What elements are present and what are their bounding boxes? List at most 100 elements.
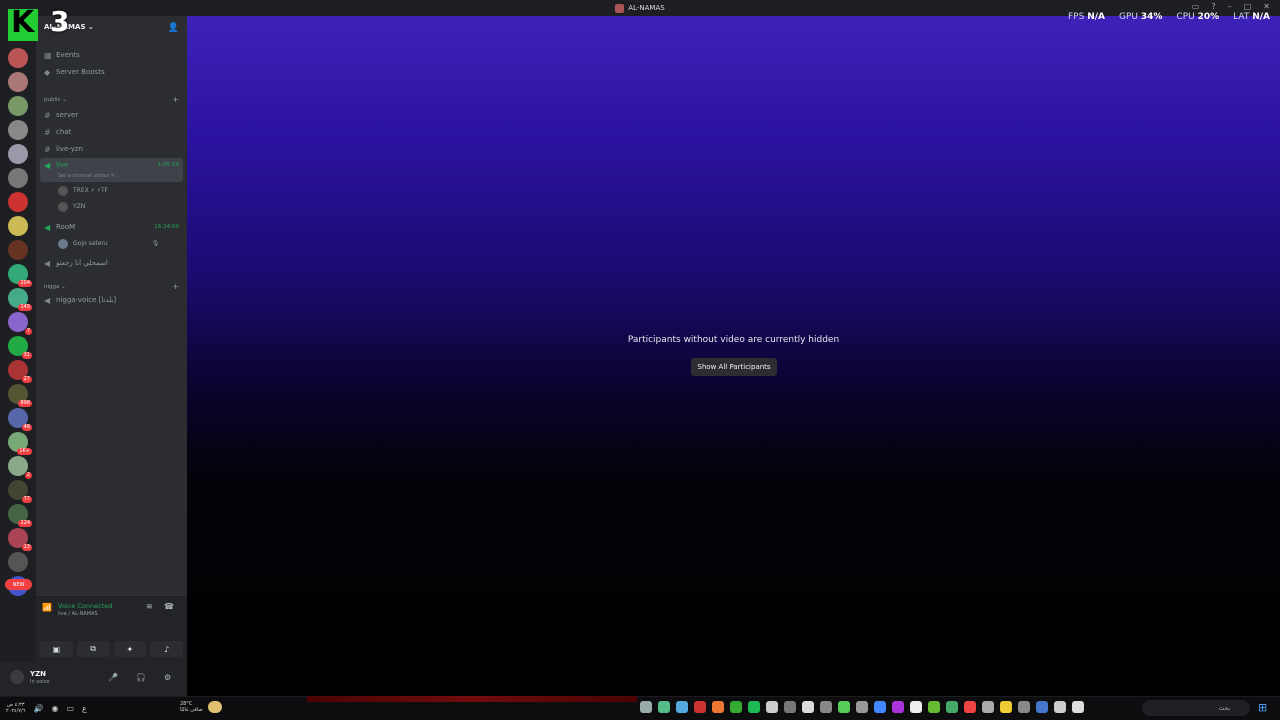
inbox-icon[interactable]: ▭ [1192, 2, 1200, 11]
disconnect-icon[interactable]: ☎ [164, 602, 174, 611]
taskbar-app-icon[interactable] [892, 701, 904, 713]
category-nigga[interactable]: nigga ⌄ [44, 284, 66, 290]
taskbar-app-icon[interactable] [1072, 701, 1084, 713]
settings-icon[interactable]: ⚙ [164, 673, 171, 682]
clock[interactable]: ٤:٣٣ ص ٢٠٢٤/٧/٦ [6, 702, 25, 714]
hash-icon: # [44, 110, 51, 120]
activities-button[interactable]: ✦ [113, 641, 147, 657]
server-icon[interactable] [8, 144, 28, 164]
taskbar-app-icon[interactable] [1036, 701, 1048, 713]
taskbar-app-icon[interactable] [910, 701, 922, 713]
server-icon[interactable] [8, 96, 28, 116]
taskbar-app-icon[interactable] [964, 701, 976, 713]
taskbar-app-icon[interactable] [946, 701, 958, 713]
invite-people-icon[interactable]: 👤 [168, 23, 179, 33]
taskbar-app-icon[interactable] [838, 701, 850, 713]
taskbar-app-icon[interactable] [1054, 701, 1066, 713]
add-channel-icon[interactable]: + [172, 282, 179, 291]
battery-icon[interactable]: ▭ [66, 704, 74, 713]
taskbar-app-icon[interactable] [712, 701, 724, 713]
app-icon [615, 3, 625, 13]
taskbar-app-icon[interactable] [658, 701, 670, 713]
taskbar-app-icon[interactable] [676, 701, 688, 713]
screen-share-button[interactable]: ⧉ [76, 641, 110, 657]
camera-button[interactable]: ▣ [40, 641, 73, 657]
show-all-participants-button[interactable]: Show All Participants [691, 358, 777, 376]
taskbar-app-icon[interactable] [928, 701, 940, 713]
start-icon[interactable]: ⊞ [1258, 701, 1267, 714]
taskbar-app-icon[interactable] [982, 701, 994, 713]
voice-status-sub[interactable]: live / AL-NAMAS [58, 611, 98, 617]
channel-live-yzn[interactable]: # live-yzn [40, 141, 183, 157]
minimize-icon[interactable]: – [1228, 2, 1232, 11]
taskbar-app-icon[interactable] [694, 701, 706, 713]
weather-widget[interactable]: 28°C صافي غالبًا [180, 701, 203, 713]
channel-chat[interactable]: # chat [40, 124, 183, 140]
window-title: AL-NAMAS [628, 4, 665, 12]
taskbar-app-icon[interactable] [802, 701, 814, 713]
server-icon[interactable]: 13 [8, 528, 32, 551]
taskbar-app-icon[interactable] [730, 701, 742, 713]
language-icon[interactable]: ع [82, 704, 87, 713]
voice-channel-room[interactable]: ◀ RooM 16:24:09 [40, 219, 183, 235]
server-icon[interactable]: 31 [8, 336, 32, 359]
server-icon[interactable] [8, 552, 28, 572]
wifi-icon[interactable]: ◉ [51, 704, 58, 713]
server-icon[interactable]: 77 [8, 480, 32, 503]
server-icon[interactable]: 2 [8, 456, 32, 479]
mention-badge: 1K+ [17, 448, 32, 455]
volume-icon[interactable]: 🔊 [33, 704, 43, 713]
server-icon[interactable]: 27 [8, 360, 32, 383]
taskbar-app-icon[interactable] [874, 701, 886, 713]
server-icon[interactable]: 145 [8, 288, 32, 311]
taskbar-app-icon[interactable] [640, 701, 652, 713]
server-icon[interactable]: 1K+ [8, 432, 32, 455]
server-icon[interactable] [8, 168, 28, 188]
mention-badge: 7 [24, 328, 32, 335]
server-icon[interactable]: 124 [8, 504, 32, 527]
search-input[interactable]: بحث [1142, 700, 1250, 716]
add-channel-icon[interactable]: + [172, 95, 179, 104]
server-icon[interactable]: 48 [8, 408, 32, 431]
taskbar-app-icon[interactable] [856, 701, 868, 713]
server-icon[interactable] [8, 72, 28, 92]
taskbar-app-icon[interactable] [1018, 701, 1030, 713]
taskbar-app-icon[interactable] [1000, 701, 1012, 713]
voice-user[interactable]: Gojo sateru 🎙 [58, 237, 159, 250]
voice-user[interactable]: YZN [58, 200, 85, 213]
close-icon[interactable]: ✕ [1263, 2, 1270, 11]
server-icon[interactable]: 204 [8, 264, 32, 287]
channel-server[interactable]: # server [40, 107, 183, 123]
maximize-icon[interactable]: □ [1244, 2, 1252, 11]
soundboard-button[interactable]: ♪ [150, 641, 183, 657]
taskbar-app-icon[interactable] [784, 701, 796, 713]
server-icon[interactable]: 898 [8, 384, 32, 407]
taskbar-app-icon[interactable] [820, 701, 832, 713]
taskbar-app-icon[interactable] [766, 701, 778, 713]
username[interactable]: YZN [30, 670, 46, 678]
taskbar-app-icon[interactable] [748, 701, 760, 713]
server-icon[interactable] [8, 240, 28, 260]
help-icon[interactable]: ? [1211, 2, 1215, 11]
noise-suppression-icon[interactable]: ≋ [146, 602, 153, 611]
avatar [58, 238, 68, 249]
server-icon[interactable] [8, 120, 28, 140]
voice-status-title[interactable]: Voice Connected [58, 602, 112, 610]
avatar[interactable] [10, 670, 24, 684]
microphone-icon[interactable]: 🎤 [108, 673, 118, 682]
server-icon[interactable] [8, 216, 28, 236]
server-icon[interactable] [8, 192, 28, 212]
window-controls: ▭ ? – □ ✕ [1192, 2, 1270, 11]
voice-user[interactable]: TREX ⚡ ⚡TF [58, 184, 108, 197]
weather-icon [208, 701, 222, 713]
events-item[interactable]: ▦ Events [40, 47, 183, 63]
voice-channel-arabic[interactable]: ◀ اسمحلي انا رجعتو [40, 255, 183, 271]
channel-status[interactable]: Set a channel status ✎ [58, 173, 115, 179]
headphones-icon[interactable]: 🎧 [136, 673, 146, 682]
server-icon[interactable]: 7 [8, 312, 32, 335]
category-public[interactable]: public ⌄ [44, 97, 67, 103]
server-boosts-item[interactable]: ◆ Server Boosts [40, 64, 183, 80]
server-icon[interactable] [8, 48, 28, 68]
voice-channel-nigga-voice[interactable]: ◀ nigga-voice [بلدنا] [40, 292, 183, 308]
room-timer: 16:24:09 [154, 224, 179, 230]
